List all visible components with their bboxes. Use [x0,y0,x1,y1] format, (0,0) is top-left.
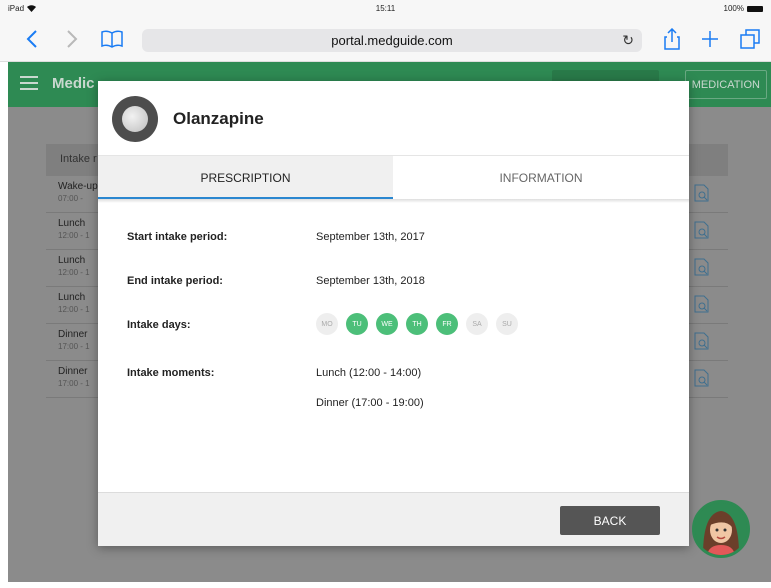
row-label: Dinner [58,366,88,377]
tabs-shadow [98,199,689,203]
row-label: Lunch [58,255,86,266]
battery-icon [747,5,763,12]
tab-information[interactable]: INFORMATION [393,156,689,200]
medication-modal: Olanzapine PRESCRIPTION INFORMATION Star… [98,81,689,546]
row-time: 07:00 - [58,194,83,203]
intake-days: MO TU WE TH FR SA SU [316,313,518,335]
day-mo: MO [316,313,338,335]
day-fr: FR [436,313,458,335]
document-search-icon[interactable] [694,332,710,350]
row-label: Dinner [58,329,88,340]
status-time: 15:11 [375,4,396,13]
row-time: 12:00 - 1 [58,305,90,314]
new-tab-icon[interactable] [698,27,722,51]
intake-moment-dinner: Dinner (17:00 - 19:00) [316,397,424,409]
modal-footer: BACK [98,492,689,546]
day-su: SU [496,313,518,335]
pill-icon [112,96,158,142]
row-label: Lunch [58,292,86,303]
modal-header: Olanzapine [98,81,689,155]
url-text: portal.medguide.com [331,33,453,48]
add-medication-button[interactable]: MEDICATION [685,70,767,99]
intake-moments-label: Intake moments: [127,367,215,379]
bookmarks-icon[interactable] [100,27,124,51]
day-we: WE [376,313,398,335]
battery-percent: 100% [723,4,744,13]
tabs-overview-icon[interactable] [738,27,762,51]
modal-tabs: PRESCRIPTION INFORMATION [98,155,689,200]
back-nav-icon[interactable] [20,27,44,51]
tab-prescription[interactable]: PRESCRIPTION [98,156,393,200]
app-title: Medic [52,75,95,92]
day-sa: SA [466,313,488,335]
day-th: TH [406,313,428,335]
end-period-value: September 13th, 2018 [316,275,425,287]
forward-nav-icon[interactable] [60,27,84,51]
intake-moment-lunch: Lunch (12:00 - 14:00) [316,367,422,379]
document-search-icon[interactable] [694,221,710,239]
back-button[interactable]: BACK [560,506,660,535]
reload-icon[interactable]: ↻ [622,32,634,49]
document-search-icon[interactable] [694,184,710,202]
document-search-icon[interactable] [694,369,710,387]
row-label: Lunch [58,218,86,229]
status-bar: iPad 15:11 100% [0,0,771,17]
share-icon[interactable] [660,27,684,51]
row-time: 17:00 - 1 [58,379,90,388]
row-label: Wake-up [58,181,98,192]
row-time: 17:00 - 1 [58,342,90,351]
assistant-avatar[interactable] [692,500,750,558]
start-period-value: September 13th, 2017 [316,231,425,243]
intake-days-label: Intake days: [127,319,191,331]
menu-icon[interactable] [20,76,38,90]
tab-information-label: INFORMATION [499,171,583,185]
status-right: 100% [724,4,763,13]
browser-toolbar: portal.medguide.com ↻ [0,17,771,62]
document-search-icon[interactable] [694,295,710,313]
day-tu: TU [346,313,368,335]
medication-name: Olanzapine [173,109,264,128]
end-period-label: End intake period: [127,275,223,287]
url-bar[interactable]: portal.medguide.com ↻ [142,29,642,52]
document-search-icon[interactable] [694,258,710,276]
intake-header-label: Intake r [60,153,97,165]
row-time: 12:00 - 1 [58,231,90,240]
row-time: 12:00 - 1 [58,268,90,277]
start-period-label: Start intake period: [127,231,228,243]
tab-prescription-label: PRESCRIPTION [200,171,291,185]
